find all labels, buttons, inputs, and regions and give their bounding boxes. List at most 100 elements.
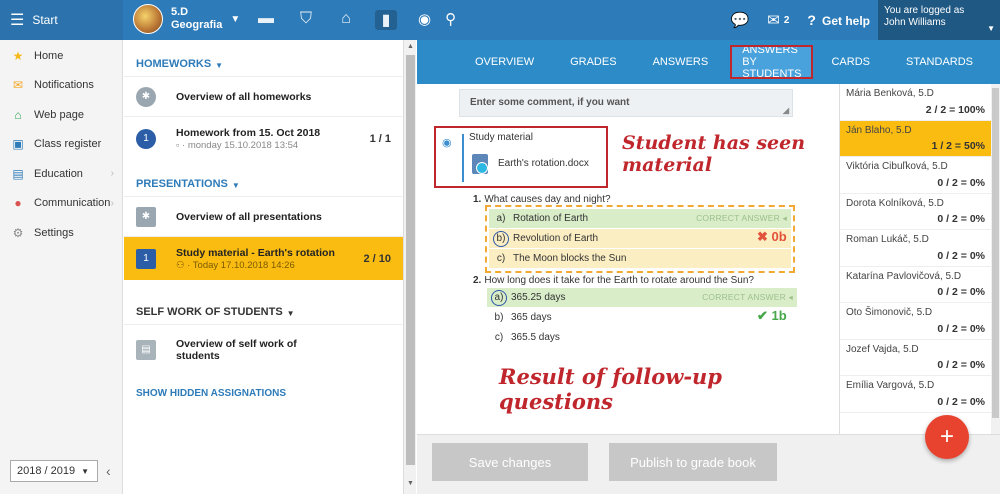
option-letter-selected: a) xyxy=(491,289,507,306)
list-item[interactable]: Katarína Pavlovičová, 5.D 0 / 2 = 0% xyxy=(840,267,991,303)
homeworks-header[interactable]: HOMEWORKS ▼ xyxy=(124,40,403,76)
option-c: c) The Moon blocks the Sun xyxy=(489,249,791,268)
scroll-down-icon[interactable]: ▼ xyxy=(407,480,414,487)
student-score: 0 / 2 = 0% xyxy=(937,322,985,335)
tab-overview[interactable]: OVERVIEW xyxy=(469,47,540,77)
homeworks-overview[interactable]: ✱ Overview of all homeworks xyxy=(124,76,403,116)
show-hidden-link[interactable]: SHOW HIDDEN ASSIGNATIONS xyxy=(124,374,403,413)
option-b: b) Revolution of Earth xyxy=(489,229,791,248)
material-divider xyxy=(462,134,464,182)
sidebar-item-home[interactable]: ★ Home xyxy=(0,41,122,71)
list-item[interactable]: Mária Benková, 5.D 2 / 2 = 100% xyxy=(840,84,991,121)
question-1: 1. What causes day and night? xyxy=(473,194,611,205)
option-letter: c) xyxy=(496,253,506,264)
comment-field[interactable]: Enter some comment, if you want ◢ xyxy=(459,89,793,117)
building-icon[interactable]: ⌂ xyxy=(335,10,357,30)
caret-down-icon: ▼ xyxy=(286,309,295,318)
option-letter-selected: b) xyxy=(493,230,509,247)
tab-standards[interactable]: STANDARDS xyxy=(900,47,979,77)
sidebar-item-communication[interactable]: ● Communication › xyxy=(0,189,122,219)
publish-button[interactable]: Publish to grade book xyxy=(609,443,777,481)
logo-icon[interactable]: ◉ xyxy=(418,10,431,28)
list-item[interactable]: 1 Homework from 15. Oct 2018 ▫ · monday … xyxy=(124,116,403,160)
overview-icon: ✱ xyxy=(136,206,156,227)
help-button[interactable]: ? Get help xyxy=(807,12,870,28)
sidebar-item-label: Home xyxy=(34,49,64,62)
books-icon: ▤ xyxy=(12,166,24,181)
sidebar: ★ Home ✉ Notifications ⌂ Web page ▣ Class re… xyxy=(0,40,123,494)
caret-down-icon: ▼ xyxy=(81,467,90,476)
sidebar-item-settings[interactable]: ⚙ Settings xyxy=(0,218,122,248)
footer-bar: Save changes Publish to grade book + xyxy=(417,415,1000,494)
top-bar: ☰ Start 5.D Geografia ▼ ▬ ⛉ ⌂ ▮ ◉ ⚲ 💬 ✉ … xyxy=(0,0,1000,40)
question-2-options: a) 365.25 days CORRECT ANSWER b) 365 days c… xyxy=(487,288,797,348)
save-button[interactable]: Save changes xyxy=(432,443,588,481)
chart-icon[interactable]: ▮ xyxy=(375,10,397,30)
list-item[interactable]: Dorota Kolníková, 5.D 0 / 2 = 0% xyxy=(840,194,991,230)
question-text: How long does it take for the Earth to r… xyxy=(484,275,754,286)
students-scrollbar[interactable] xyxy=(991,84,1000,434)
tab-cards[interactable]: CARDS xyxy=(825,47,876,77)
item-title: Homework from 15. Oct 2018 xyxy=(176,126,321,139)
briefcase-icon[interactable]: ▬ xyxy=(255,10,277,30)
caret-down-icon: ▼ xyxy=(987,24,995,33)
shield-icon[interactable]: ⛉ xyxy=(295,10,317,30)
start-button[interactable]: ☰ Start xyxy=(0,0,123,40)
scroll-thumb[interactable] xyxy=(406,55,415,465)
star-icon: ★ xyxy=(12,48,24,63)
mail-icon[interactable]: ✉ xyxy=(767,11,780,29)
tab-answers-by-students[interactable]: ANSWERS BY STUDENTS xyxy=(730,44,814,80)
collapse-icon[interactable]: ‹ xyxy=(106,463,111,479)
chat-icon[interactable]: 💬 xyxy=(731,11,750,29)
presentations-header[interactable]: PRESENTATIONS ▼ xyxy=(124,160,403,196)
correct-answer-label: CORRECT ANSWER xyxy=(696,213,787,224)
self-work-header[interactable]: SELF WORK OF STUDENTS ▼ xyxy=(124,280,403,324)
sidebar-item-class-register[interactable]: ▣ Class register xyxy=(0,130,122,160)
year-select[interactable]: 2018 / 2019 ▼ xyxy=(10,460,98,482)
list-item[interactable]: Viktória Cibuľková, 5.D 0 / 2 = 0% xyxy=(840,157,991,194)
question-number: 2. xyxy=(473,275,482,286)
student-score: 0 / 2 = 0% xyxy=(937,395,985,408)
option-text: 365 days xyxy=(511,312,552,323)
material-file-link[interactable]: Earth's rotation.docx xyxy=(498,158,589,169)
scroll-thumb[interactable] xyxy=(992,88,999,418)
list-item[interactable]: Emília Vargová, 5.D 0 / 2 = 0% xyxy=(840,376,991,413)
option-b: b) 365 days xyxy=(487,308,797,327)
assignments-scrollbar[interactable]: ▲ ▼ xyxy=(403,40,416,494)
correct-answer-label: CORRECT ANSWER xyxy=(702,292,793,303)
tab-bar: OVERVIEW GRADES ANSWERS ANSWERS BY STUDE… xyxy=(417,40,1000,84)
list-item-selected[interactable]: Ján Blaho, 5.D 1 / 2 = 50% xyxy=(840,120,991,157)
self-work-overview[interactable]: ▤ Overview of self work of students xyxy=(124,324,403,374)
score-wrong: ✖ 0b xyxy=(757,229,787,244)
sidebar-item-education[interactable]: ▤ Education › xyxy=(0,159,122,189)
class-selector[interactable]: 5.D Geografia ▼ xyxy=(133,4,240,34)
number-badge: 1 xyxy=(136,248,156,269)
presentations-overview[interactable]: ✱ Overview of all presentations xyxy=(124,196,403,236)
add-button[interactable]: + xyxy=(925,415,969,459)
logged-label: You are logged as xyxy=(884,5,965,16)
list-item[interactable]: Roman Lukáč, 5.D 0 / 2 = 0% xyxy=(840,230,991,267)
option-text: 365.5 days xyxy=(511,332,560,343)
material-label: Study material xyxy=(469,132,533,143)
caret-down-icon: ▼ xyxy=(215,61,224,70)
tab-answers[interactable]: ANSWERS xyxy=(647,47,715,77)
scroll-up-icon[interactable]: ▲ xyxy=(407,43,414,50)
start-label: Start xyxy=(32,13,58,27)
class-avatar xyxy=(133,4,163,34)
sidebar-item-web-page[interactable]: ⌂ Web page xyxy=(0,100,122,130)
student-score: 2 / 2 = 100% xyxy=(925,103,985,116)
user-menu[interactable]: You are logged as John Williams ▼ xyxy=(878,0,1000,40)
tab-grades[interactable]: GRADES xyxy=(564,47,622,77)
sidebar-item-notifications[interactable]: ✉ Notifications xyxy=(0,71,122,101)
question-text: What causes day and night? xyxy=(484,194,611,205)
list-item[interactable]: Oto Šimonovič, 5.D 0 / 2 = 0% xyxy=(840,303,991,340)
student-name: Emília Vargová, 5.D xyxy=(846,380,935,391)
comment-placeholder: Enter some comment, if you want xyxy=(470,97,630,108)
list-item[interactable]: Jozef Vajda, 5.D 0 / 2 = 0% xyxy=(840,340,991,376)
sidebar-item-label: Web page xyxy=(34,108,84,121)
walk-icon[interactable]: ⚲ xyxy=(445,10,456,28)
eye-icon: ◉ xyxy=(442,137,452,149)
list-item-selected[interactable]: 1 Study material - Earth's rotation ⚇ · … xyxy=(124,236,403,280)
resize-handle-icon[interactable]: ◢ xyxy=(783,106,789,115)
gear-icon: ⚙ xyxy=(12,225,24,240)
